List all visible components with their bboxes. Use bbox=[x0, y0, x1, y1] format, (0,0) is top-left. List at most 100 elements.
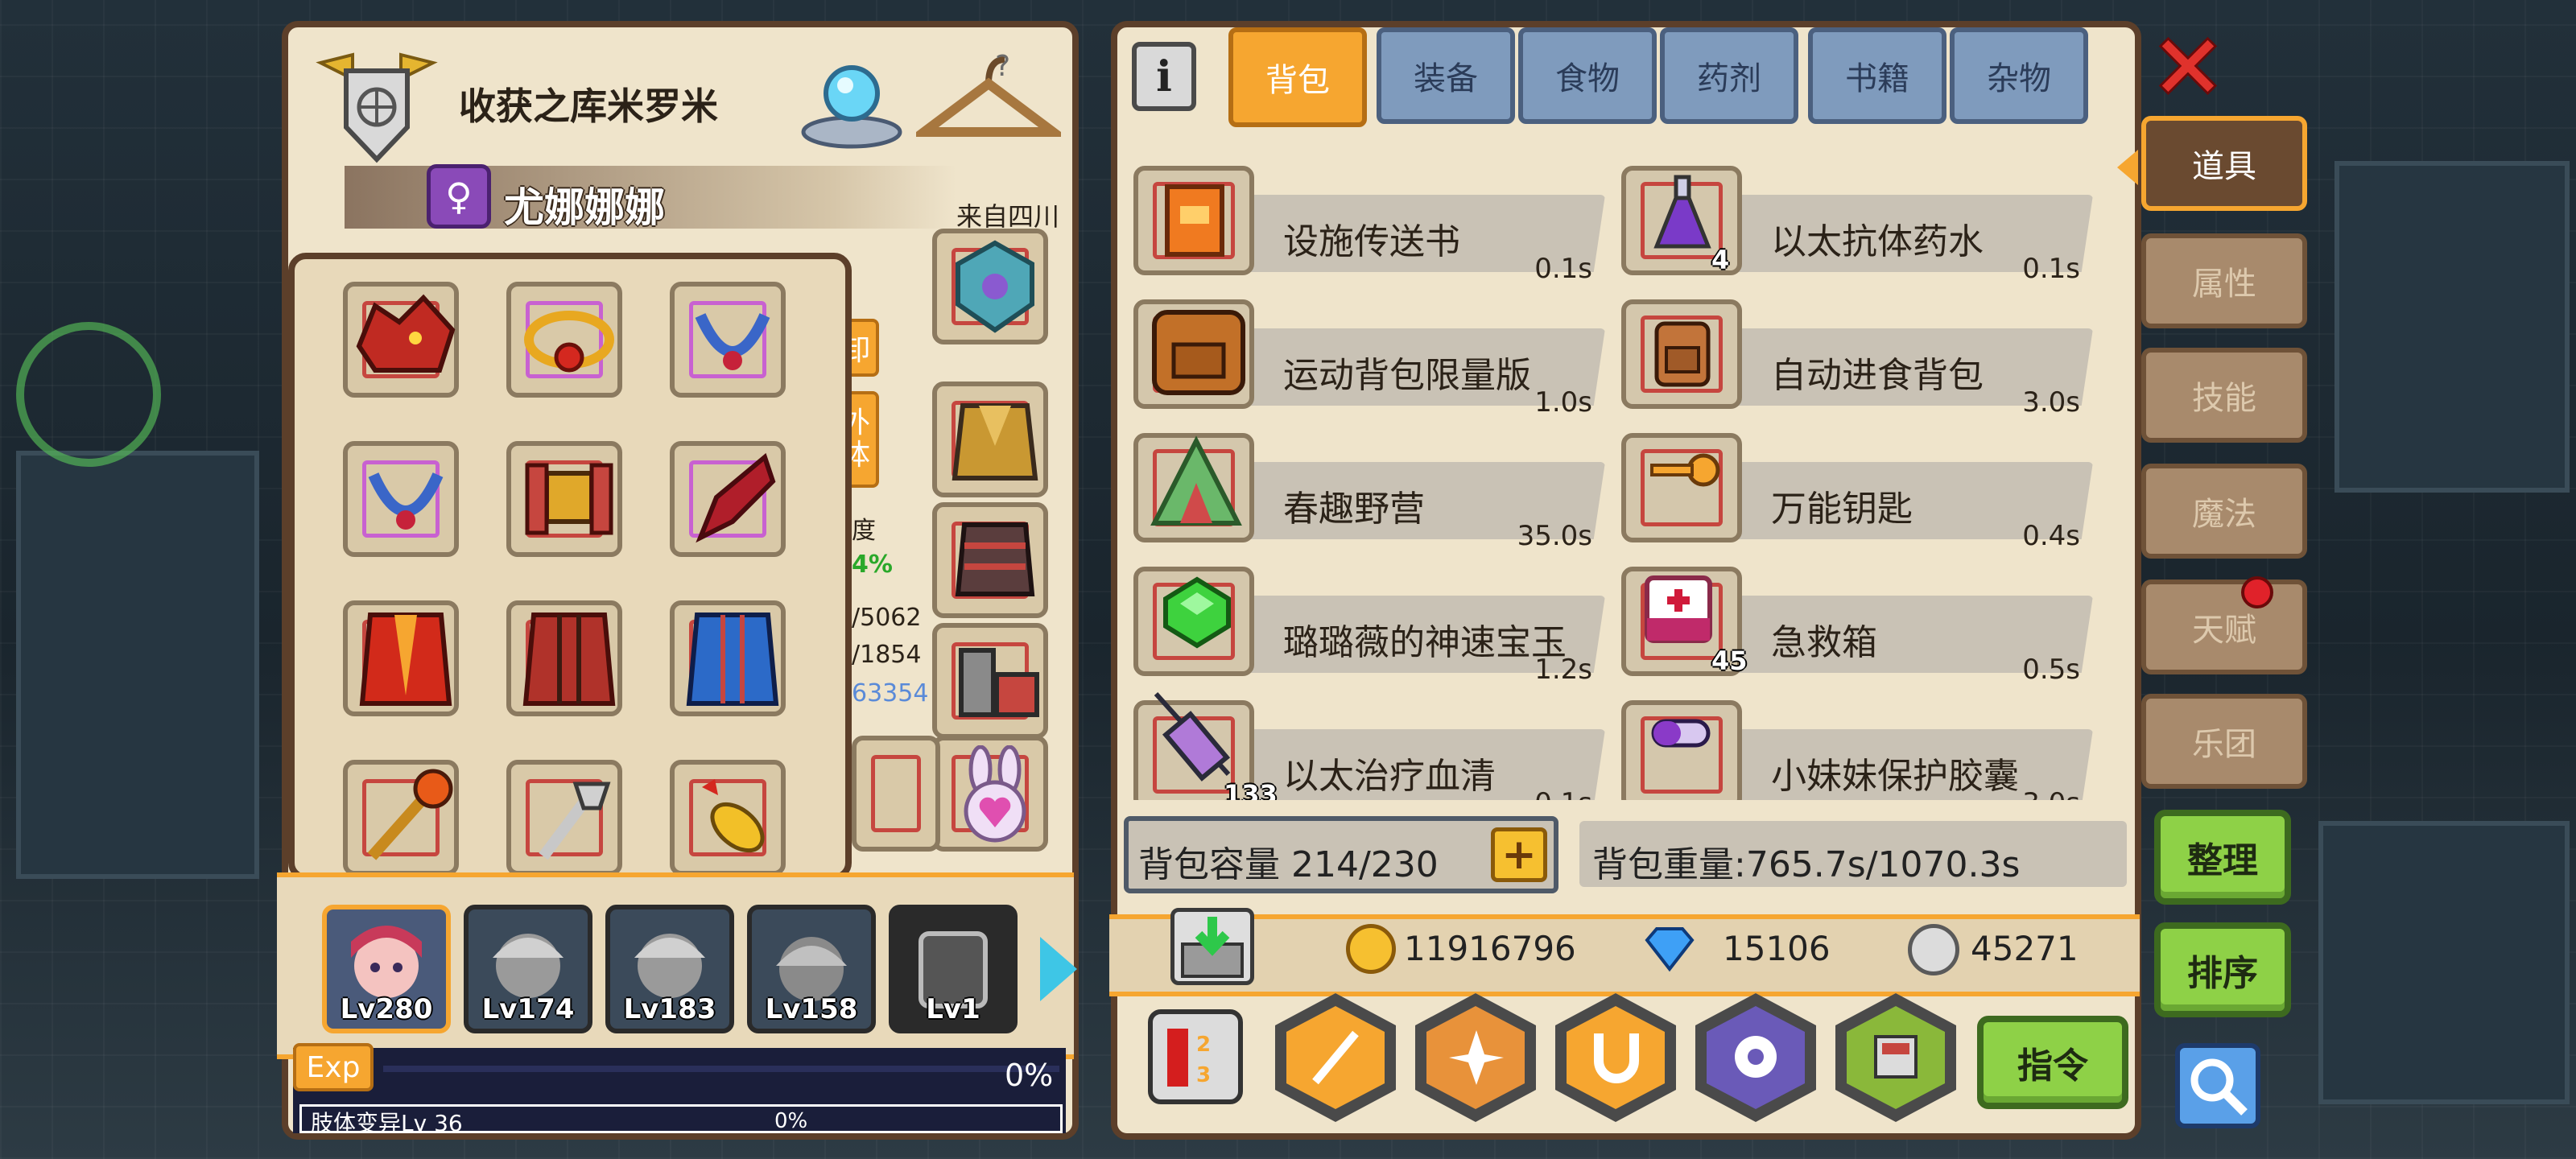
item-name: 以太抗体药水 bbox=[1771, 221, 1984, 262]
item-card[interactable]: 春趣野营 35.0s bbox=[1133, 427, 1616, 552]
notification-dot bbox=[2241, 576, 2273, 608]
tab-misc[interactable]: 杂物 bbox=[1950, 27, 2088, 124]
party-member-level: Lv280 bbox=[340, 993, 433, 1025]
side-tab-pointer bbox=[2117, 150, 2138, 185]
item-time: 0.5s bbox=[2022, 654, 2080, 686]
equip-slot-head[interactable] bbox=[932, 229, 1048, 344]
party-member-portrait[interactable]: Lv280 bbox=[322, 905, 451, 1033]
exp-percent: 0% bbox=[1005, 1058, 1054, 1093]
gear-slot[interactable] bbox=[506, 600, 622, 716]
item-count: 4 bbox=[1711, 245, 1730, 275]
gear-slot[interactable] bbox=[343, 600, 459, 716]
storage-download-icon[interactable] bbox=[1170, 908, 1254, 985]
hanger-icon[interactable]: ? bbox=[910, 43, 1067, 156]
tidy-button[interactable]: 整理 bbox=[2154, 810, 2291, 905]
tab-food[interactable]: 食物 bbox=[1518, 27, 1657, 124]
item-card[interactable]: 4 以太抗体药水 0.1s bbox=[1621, 159, 2104, 285]
tab-equipment[interactable]: 装备 bbox=[1377, 27, 1515, 124]
item-time: 1.0s bbox=[1534, 386, 1592, 419]
skill-gear-icon[interactable] bbox=[1695, 993, 1816, 1122]
side-tab-band[interactable]: 乐团 bbox=[2141, 694, 2307, 789]
side-tab-attributes[interactable]: 属性 bbox=[2141, 233, 2307, 328]
stat-hp: /5062 bbox=[852, 604, 922, 632]
equipment-grid-popup bbox=[288, 253, 852, 881]
equip-slot-boots[interactable] bbox=[932, 623, 1048, 739]
item-card[interactable]: 万能钥匙 0.4s bbox=[1621, 427, 2104, 552]
search-icon[interactable] bbox=[2175, 1043, 2260, 1128]
party-member-portrait[interactable]: Lv1 bbox=[889, 905, 1018, 1033]
sort-button[interactable]: 排序 bbox=[2154, 922, 2291, 1017]
skill-machine-icon[interactable] bbox=[1835, 993, 1956, 1122]
item-name: 小妹妹保护胶囊 bbox=[1771, 756, 2019, 797]
item-time: 0.1s bbox=[1534, 787, 1592, 800]
tab-backpack[interactable]: 背包 bbox=[1228, 27, 1367, 127]
side-tab-items[interactable]: 道具 bbox=[2141, 116, 2307, 211]
skill-shuriken-icon[interactable] bbox=[1415, 993, 1536, 1122]
gear-slot[interactable] bbox=[670, 282, 786, 398]
skill-sword-icon[interactable] bbox=[1275, 993, 1396, 1122]
close-button[interactable]: ✕ bbox=[2149, 23, 2227, 112]
item-time: 35.0s bbox=[1517, 520, 1592, 552]
item-time: 0.1s bbox=[1534, 253, 1592, 285]
party-member-level: Lv1 bbox=[926, 993, 980, 1025]
capacity-label: 背包容量 214/230 bbox=[1138, 844, 1439, 885]
tab-potion[interactable]: 药剂 bbox=[1660, 27, 1798, 124]
equip-slot-armor[interactable] bbox=[932, 382, 1048, 497]
gold-amount: 11916796 bbox=[1404, 929, 1576, 968]
gear-slot[interactable] bbox=[506, 760, 622, 874]
command-button[interactable]: 指令 bbox=[1977, 1016, 2128, 1109]
diamond-amount: 15106 bbox=[1723, 929, 1831, 968]
gear-slot[interactable] bbox=[670, 760, 786, 874]
crystal-icon[interactable] bbox=[795, 43, 908, 156]
tab-books[interactable]: 书籍 bbox=[1808, 27, 1946, 124]
side-tab-skills[interactable]: 技能 bbox=[2141, 348, 2307, 443]
diamond-icon bbox=[1644, 926, 1695, 972]
svg-text:?: ? bbox=[995, 50, 1010, 83]
gear-slot[interactable] bbox=[670, 600, 786, 716]
bg-building bbox=[2318, 821, 2570, 1104]
item-card[interactable]: 小妹妹保护胶囊 3.0s bbox=[1621, 694, 2104, 800]
item-time: 0.4s bbox=[2022, 520, 2080, 552]
equip-slot-body[interactable] bbox=[932, 502, 1048, 618]
party-member-portrait[interactable]: Lv183 bbox=[605, 905, 734, 1033]
gear-slot[interactable] bbox=[506, 441, 622, 557]
hotkey-numbers-icon[interactable]: 23 bbox=[1148, 1009, 1243, 1104]
item-name: 以太治疗血清 bbox=[1283, 756, 1496, 797]
info-icon[interactable]: i bbox=[1132, 42, 1196, 111]
item-card[interactable]: 运动背包限量版 1.0s bbox=[1133, 293, 1616, 419]
side-tab-magic[interactable]: 魔法 bbox=[2141, 464, 2307, 559]
party-member-level: Lv174 bbox=[481, 993, 575, 1025]
item-time: 3.0s bbox=[2022, 386, 2080, 419]
side-tab-talent[interactable]: 天赋 bbox=[2141, 580, 2307, 674]
svg-text:2: 2 bbox=[1196, 1033, 1211, 1057]
party-next-arrow-icon[interactable] bbox=[1040, 937, 1077, 1001]
item-name: 万能钥匙 bbox=[1771, 489, 1913, 530]
item-time: 1.2s bbox=[1534, 654, 1592, 686]
item-card[interactable]: 设施传送书 0.1s bbox=[1133, 159, 1616, 285]
add-capacity-button[interactable]: + bbox=[1491, 827, 1547, 882]
gear-slot[interactable] bbox=[670, 441, 786, 557]
character-panel: 收获之库米罗米 ? ♀ 尤娜娜娜 来自四川 变异人 游荡者 卸 外 体 度 4%… bbox=[277, 21, 1079, 1140]
gear-slot[interactable] bbox=[343, 760, 459, 874]
gear-slot[interactable] bbox=[343, 441, 459, 557]
party-member-portrait[interactable]: Lv158 bbox=[747, 905, 876, 1033]
item-count: 133 bbox=[1224, 779, 1278, 800]
gear-slot[interactable] bbox=[343, 282, 459, 398]
bg-building bbox=[2334, 161, 2570, 493]
equip-slot-partial[interactable] bbox=[852, 736, 940, 852]
gear-row-clipped bbox=[295, 757, 845, 874]
party-member-portrait[interactable]: Lv174 bbox=[464, 905, 592, 1033]
item-card[interactable]: 璐璐薇的神速宝玉 1.2s bbox=[1133, 560, 1616, 686]
item-card[interactable]: 133 以太治疗血清 0.1s bbox=[1133, 691, 1616, 800]
female-icon: ♀ bbox=[427, 164, 491, 229]
gear-slot[interactable] bbox=[506, 282, 622, 398]
skill-magnet-icon[interactable] bbox=[1555, 993, 1676, 1122]
item-card[interactable]: 自动进食背包 3.0s bbox=[1621, 293, 2104, 419]
svg-text:3: 3 bbox=[1196, 1063, 1211, 1087]
exp-badge: Exp bbox=[293, 1043, 374, 1091]
mutation-percent: 0% bbox=[774, 1109, 808, 1133]
item-time: 3.0s bbox=[2022, 787, 2080, 800]
gold-coin-icon bbox=[1346, 924, 1396, 974]
equip-slot-pet[interactable] bbox=[932, 736, 1048, 852]
item-card[interactable]: 45 急救箱 0.5s bbox=[1621, 560, 2104, 686]
